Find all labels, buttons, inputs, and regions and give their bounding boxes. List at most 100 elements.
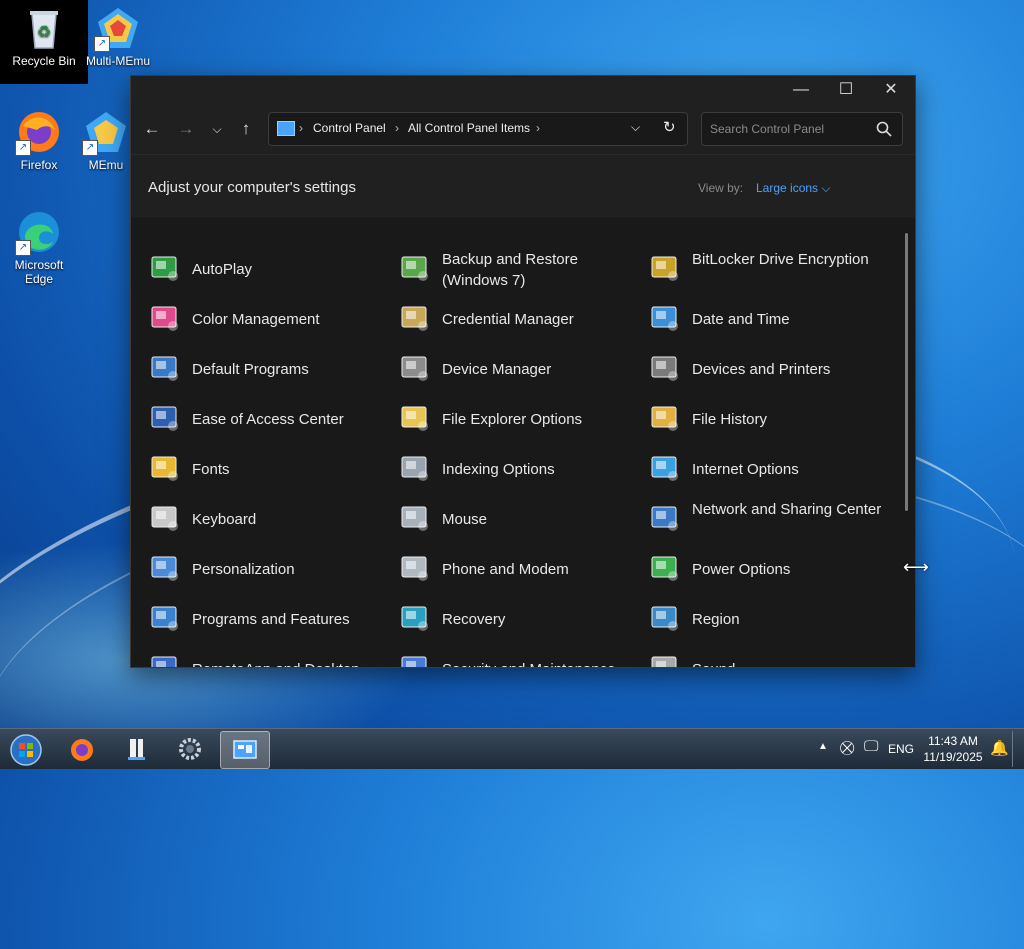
date-time-icon	[651, 306, 678, 331]
network-disconnected-icon[interactable]: ⛒	[840, 739, 854, 779]
file-explorer-options-icon	[401, 406, 428, 431]
minimize-button[interactable]: ―	[778, 76, 824, 104]
control-panel-item[interactable]: Indexing Options	[398, 446, 638, 490]
search-icon[interactable]	[876, 121, 892, 137]
control-panel-item-label: Color Management	[192, 311, 320, 328]
control-panel-item[interactable]: Date and Time	[648, 296, 888, 340]
recovery-icon	[401, 606, 428, 631]
desktop-icon-recycle-bin[interactable]: ♻ Recycle Bin	[0, 0, 88, 84]
control-panel-item-label: Sound	[692, 659, 892, 667]
back-button[interactable]: ←	[139, 116, 165, 142]
display-icon[interactable]: 🖵	[864, 738, 878, 778]
phone-modem-icon	[401, 556, 428, 581]
address-dropdown-icon[interactable]: ⌵	[631, 120, 640, 135]
control-panel-item[interactable]: AutoPlay	[148, 246, 388, 290]
control-panel-icon	[233, 740, 257, 759]
region-icon	[651, 606, 678, 631]
desktop-icon-edge[interactable]: ↗ Microsoft Edge	[3, 204, 75, 286]
taskbar-firefox[interactable]	[58, 731, 106, 767]
control-panel-item[interactable]: BitLocker Drive Encryption	[648, 246, 888, 290]
recent-locations-button[interactable]: ⌵	[204, 116, 230, 142]
control-panel-item[interactable]: Phone and Modem	[398, 546, 638, 590]
breadcrumb-control-panel[interactable]: Control Panel	[313, 121, 386, 135]
control-panel-item[interactable]: Fonts	[148, 446, 388, 490]
control-panel-window: ― ☐ ✕ ← → ⌵ ↑ › Control Panel › All Cont…	[130, 75, 916, 668]
control-panel-item-label: Programs and Features	[192, 611, 350, 628]
title-bar[interactable]: ― ☐ ✕	[131, 76, 915, 104]
clock[interactable]: 11:43 AM 11/19/2025	[918, 733, 988, 773]
control-panel-item[interactable]: Ease of Access Center	[148, 396, 388, 440]
multi-memu-icon: ↗	[94, 4, 142, 52]
control-panel-item[interactable]: Device Manager	[398, 346, 638, 390]
control-panel-item[interactable]: Credential Manager	[398, 296, 638, 340]
control-panel-item[interactable]: Network and Sharing Center	[648, 496, 888, 540]
breadcrumb-all-items[interactable]: All Control Panel Items	[408, 121, 530, 135]
close-button[interactable]: ✕	[868, 76, 914, 104]
control-panel-item[interactable]: Recovery	[398, 596, 638, 640]
control-panel-item-label: Devices and Printers	[692, 361, 831, 378]
show-hidden-icons-button[interactable]: ▲	[818, 741, 828, 781]
control-panel-item[interactable]: Backup and Restore (Windows 7)	[398, 246, 638, 290]
network-sharing-icon	[651, 506, 678, 531]
control-panel-item-label: Recovery	[442, 611, 506, 628]
control-panel-item-label: Network and Sharing Center	[692, 501, 882, 518]
programs-features-icon	[151, 606, 178, 631]
control-panel-item-label: Security and Maintenance	[442, 659, 642, 667]
refresh-icon[interactable]: ↻	[663, 118, 676, 136]
control-panel-item[interactable]: Power Options	[648, 546, 888, 590]
control-panel-item[interactable]: Personalization	[148, 546, 388, 590]
control-panel-item-label: Region	[692, 611, 740, 628]
taskbar-file-explorer[interactable]	[112, 731, 160, 767]
control-panel-item[interactable]: Programs and Features	[148, 596, 388, 640]
up-button[interactable]: ↑	[233, 116, 259, 142]
scrollbar[interactable]	[905, 233, 908, 511]
taskbar-settings[interactable]	[166, 731, 214, 767]
credential-manager-icon	[401, 306, 428, 331]
control-panel-item[interactable]: File Explorer Options	[398, 396, 638, 440]
forward-button[interactable]: →	[173, 116, 199, 142]
desktop-icon-memu[interactable]: ↗ MEmu	[82, 104, 130, 172]
page-title: Adjust your computer's settings	[148, 179, 356, 196]
control-panel-item[interactable]: Sound	[648, 646, 888, 667]
control-panel-item[interactable]: Default Programs	[148, 346, 388, 390]
personalization-icon	[151, 556, 178, 581]
gear-icon	[179, 738, 201, 760]
address-bar[interactable]: › Control Panel › All Control Panel Item…	[268, 112, 688, 146]
control-panel-item-label: Keyboard	[192, 511, 257, 528]
search-box[interactable]: Search Control Panel	[701, 112, 903, 146]
control-panel-item[interactable]: Security and Maintenance	[398, 646, 638, 667]
control-panel-item[interactable]: File History	[648, 396, 888, 440]
shortcut-arrow-icon: ↗	[15, 140, 31, 156]
shortcut-arrow-icon: ↗	[94, 36, 110, 52]
control-panel-item[interactable]: Color Management	[148, 296, 388, 340]
control-panel-item[interactable]: Region	[648, 596, 888, 640]
keyboard-icon	[151, 506, 178, 531]
view-by-dropdown[interactable]: Large icons ⌵	[756, 181, 831, 196]
desktop-icon-firefox[interactable]: ↗ Firefox	[3, 104, 75, 172]
notification-bell-icon[interactable]: 🔔	[990, 739, 1009, 779]
search-input[interactable]: Search Control Panel	[710, 122, 824, 136]
mouse-icon	[401, 506, 428, 531]
chevron-down-icon: ⌵	[821, 181, 831, 195]
control-panel-item-label: Credential Manager	[442, 311, 574, 328]
show-desktop-button[interactable]	[1012, 731, 1023, 767]
taskbar-control-panel[interactable]	[220, 731, 270, 769]
memu-icon: ↗	[82, 108, 130, 156]
control-panel-item[interactable]: Keyboard	[148, 496, 388, 540]
fonts-icon	[151, 456, 178, 481]
control-panel-item[interactable]: RemoteApp and Desktop	[148, 646, 388, 667]
firefox-icon: ↗	[15, 108, 63, 156]
control-panel-item[interactable]: Devices and Printers	[648, 346, 888, 390]
desktop-icon-multi-memu[interactable]: ↗ Multi-MEmu	[82, 0, 154, 68]
control-panel-item[interactable]: Internet Options	[648, 446, 888, 490]
maximize-button[interactable]: ☐	[823, 76, 869, 104]
language-indicator[interactable]: ENG	[888, 742, 914, 782]
ease-of-access-icon	[151, 406, 178, 431]
power-options-icon	[651, 556, 678, 581]
indexing-options-icon	[401, 456, 428, 481]
control-panel-item-label: Personalization	[192, 561, 295, 578]
shortcut-arrow-icon: ↗	[15, 240, 31, 256]
control-panel-item-label: Indexing Options	[442, 461, 555, 478]
start-button[interactable]	[2, 731, 50, 767]
control-panel-item[interactable]: Mouse	[398, 496, 638, 540]
